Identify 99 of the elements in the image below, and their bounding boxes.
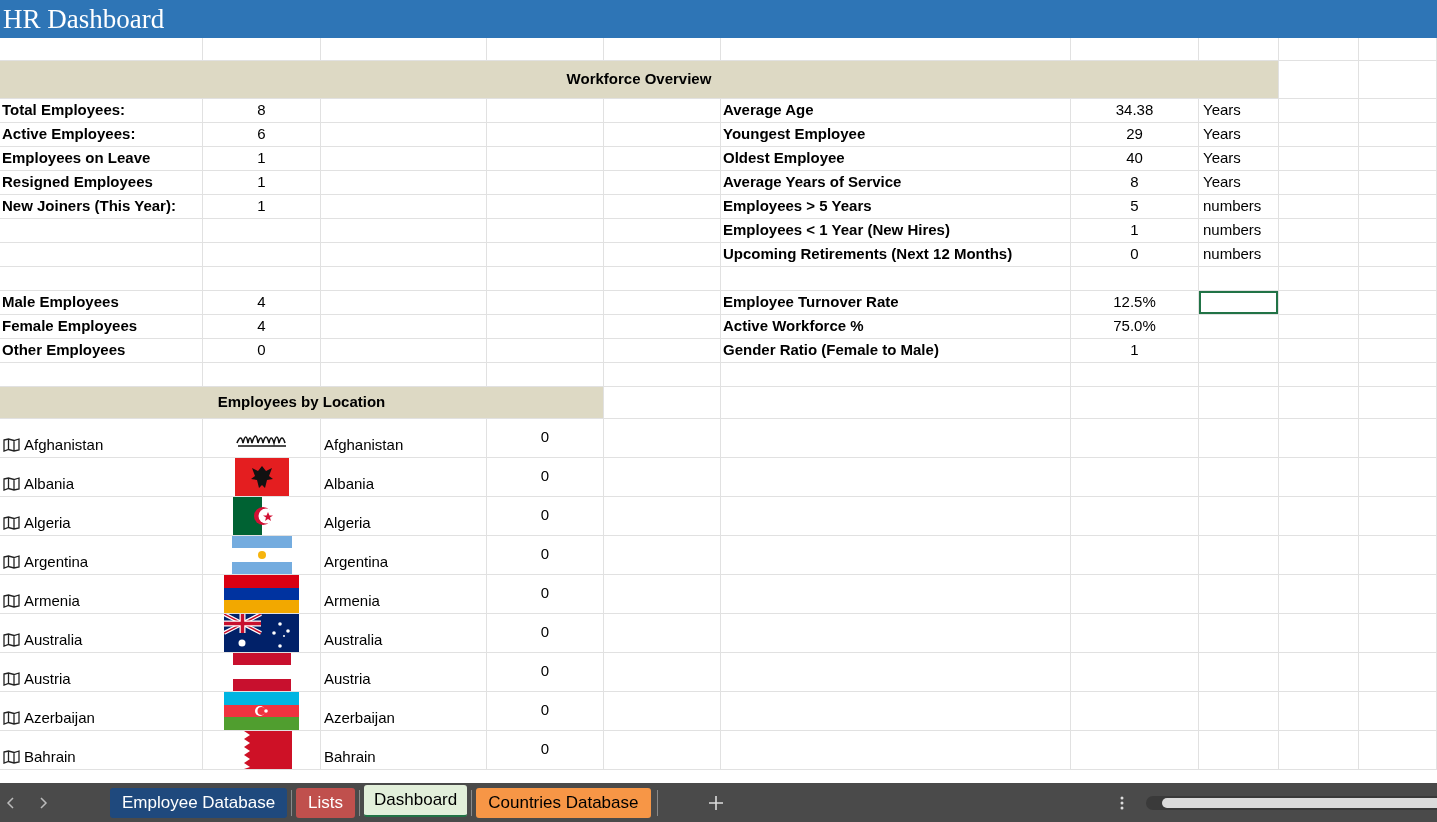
- field-value: 1: [257, 148, 266, 169]
- field-value: 4: [257, 316, 266, 337]
- map-icon: [3, 554, 20, 569]
- country-name: Afghanistan: [324, 434, 404, 455]
- country-name: Australia: [324, 629, 383, 650]
- add-sheet-icon[interactable]: [707, 794, 724, 811]
- more-options-icon[interactable]: [1119, 795, 1124, 810]
- unit-label: Years: [1203, 124, 1241, 145]
- map-icon: [3, 593, 20, 608]
- flag-icon: [231, 731, 292, 769]
- sheet-tab[interactable]: Employee Database: [110, 787, 288, 818]
- field-label: Other Employees: [2, 340, 126, 361]
- scrollbar-thumb[interactable]: [1161, 797, 1437, 808]
- field-label: Employees on Leave: [2, 148, 151, 169]
- country-name: Austria: [24, 668, 71, 689]
- country-name: Austria: [324, 668, 371, 689]
- field-label: Upcoming Retirements (Next 12 Months): [723, 244, 1013, 265]
- field-label: Employee Turnover Rate: [723, 292, 899, 313]
- scroll-left-icon[interactable]: [6, 795, 16, 810]
- map-icon: [3, 515, 20, 530]
- sheet-tab[interactable]: Dashboard: [364, 784, 468, 817]
- employee-count: 0: [540, 544, 550, 565]
- flag-icon: [234, 458, 289, 496]
- country-name: Algeria: [324, 512, 371, 533]
- field-label: Male Employees: [2, 292, 119, 313]
- field-label: Resigned Employees: [2, 172, 153, 193]
- employee-count: 0: [540, 466, 550, 487]
- country-name: Azerbaijan: [324, 707, 395, 728]
- map-icon: [3, 671, 20, 686]
- field-label: Oldest Employee: [723, 148, 845, 169]
- country-name: Armenia: [24, 590, 80, 611]
- country-name: Afghanistan: [24, 434, 104, 455]
- flag-icon: [231, 536, 292, 574]
- map-icon: [3, 632, 20, 647]
- unit-label: numbers: [1203, 244, 1262, 265]
- field-label: Active Employees:: [2, 124, 136, 145]
- flag-icon: [224, 575, 299, 613]
- field-value: 1: [257, 196, 266, 217]
- employee-count: 0: [540, 700, 550, 721]
- employee-count: 0: [540, 622, 550, 643]
- field-value: 34.38: [1115, 100, 1154, 121]
- unit-label: numbers: [1203, 196, 1262, 217]
- unit-label: Years: [1203, 172, 1241, 193]
- employee-count: 0: [540, 427, 550, 448]
- scroll-right-icon[interactable]: [38, 795, 48, 810]
- field-value: 5: [1130, 196, 1139, 217]
- field-label: Average Years of Service: [723, 172, 902, 193]
- sheet-title: HR Dashboard: [3, 5, 165, 33]
- field-label: Employees < 1 Year (New Hires): [723, 220, 950, 241]
- field-value: 4: [257, 292, 266, 313]
- country-name: Albania: [24, 473, 75, 494]
- field-label: Female Employees: [2, 316, 138, 337]
- field-label: New Joiners (This Year):: [2, 196, 176, 217]
- country-name: Argentina: [24, 551, 89, 572]
- field-value: 75.0%: [1113, 316, 1156, 337]
- section-heading: Employees by Location: [217, 392, 386, 413]
- field-value: 1: [257, 172, 266, 193]
- flag-icon: [224, 614, 299, 652]
- field-value: 6: [257, 124, 266, 145]
- unit-label: numbers: [1203, 220, 1262, 241]
- employee-count: 0: [540, 505, 550, 526]
- field-value: 40: [1126, 148, 1143, 169]
- field-label: Active Workforce %: [723, 316, 864, 337]
- field-label: Employees > 5 Years: [723, 196, 872, 217]
- field-value: 0: [257, 340, 266, 361]
- employee-count: 0: [540, 739, 550, 760]
- map-icon: [3, 437, 20, 452]
- employee-count: 0: [540, 583, 550, 604]
- country-name: Bahrain: [24, 746, 76, 767]
- country-name: Argentina: [324, 551, 389, 572]
- horizontal-scrollbar[interactable]: [1145, 795, 1437, 810]
- map-icon: [3, 749, 20, 764]
- field-label: Youngest Employee: [723, 124, 866, 145]
- unit-label: Years: [1203, 100, 1241, 121]
- map-icon: [3, 476, 20, 491]
- field-value: 29: [1126, 124, 1143, 145]
- field-value: 0: [1130, 244, 1139, 265]
- sheet-tab[interactable]: Lists: [296, 787, 356, 818]
- field-value: 8: [1130, 172, 1139, 193]
- section-heading: Workforce Overview: [566, 69, 712, 90]
- field-value: 12.5%: [1113, 292, 1156, 313]
- field-value: 1: [1130, 340, 1139, 361]
- field-value: 1: [1130, 220, 1139, 241]
- flag-icon: [224, 692, 299, 730]
- country-name: Azerbaijan: [24, 707, 95, 728]
- country-name: Algeria: [24, 512, 71, 533]
- field-label: Gender Ratio (Female to Male): [723, 340, 939, 361]
- country-name: Bahrain: [324, 746, 376, 767]
- field-label: Total Employees:: [2, 100, 126, 121]
- country-name: Armenia: [324, 590, 380, 611]
- map-icon: [3, 710, 20, 725]
- country-name: Australia: [24, 629, 83, 650]
- field-value: 8: [257, 100, 266, 121]
- unit-label: Years: [1203, 148, 1241, 169]
- employee-count: 0: [540, 661, 550, 682]
- field-label: Average Age: [723, 100, 814, 121]
- country-name: Albania: [324, 473, 375, 494]
- sheet-tab[interactable]: Countries Database: [476, 787, 651, 818]
- flag-icon: [232, 653, 291, 691]
